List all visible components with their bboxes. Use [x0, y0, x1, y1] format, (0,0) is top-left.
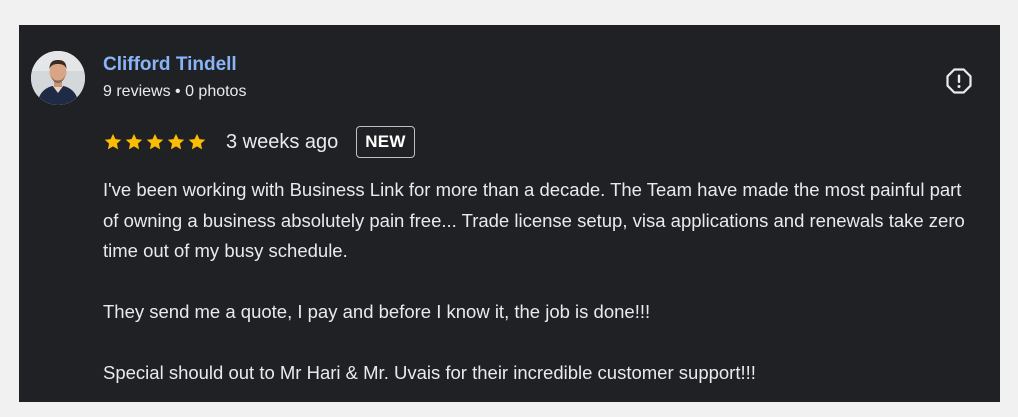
- star-icon: [167, 133, 185, 150]
- reviewer-name[interactable]: Clifford Tindell: [103, 54, 237, 76]
- star-icon: [188, 133, 206, 150]
- new-badge: NEW: [356, 126, 415, 158]
- review-card: Clifford Tindell 9 reviews • 0 photos 3 …: [19, 25, 1000, 402]
- review-paragraph: They send me a quote, I pay and before I…: [103, 301, 651, 322]
- review-paragraph: Special should out to Mr Hari & Mr. Uvai…: [103, 362, 756, 383]
- review-paragraph: I've been working with Business Link for…: [103, 179, 965, 261]
- reviewer-meta: 9 reviews • 0 photos: [103, 83, 247, 100]
- rating-row: 3 weeks ago NEW: [103, 125, 415, 159]
- review-text: I've been working with Business Link for…: [103, 175, 973, 389]
- reviewer-avatar[interactable]: [31, 51, 85, 105]
- report-review-button[interactable]: [943, 65, 975, 97]
- review-time: 3 weeks ago: [226, 130, 339, 153]
- star-rating: [103, 132, 207, 152]
- star-icon: [125, 133, 143, 150]
- report-icon: [946, 68, 972, 94]
- avatar-photo: [31, 51, 85, 105]
- star-icon: [146, 133, 164, 150]
- star-icon: [104, 133, 122, 150]
